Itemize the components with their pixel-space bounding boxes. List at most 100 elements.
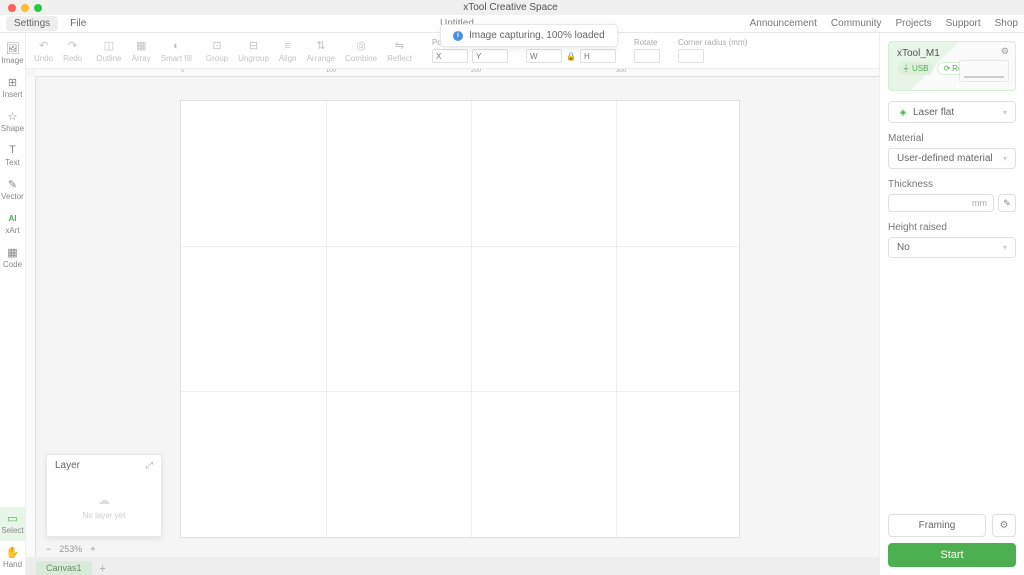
zoom-out[interactable]: − bbox=[44, 544, 53, 554]
group-button[interactable]: ⊡Group bbox=[206, 39, 228, 63]
align-icon: ≡ bbox=[281, 39, 295, 53]
chevron-down-icon: ▾ bbox=[1003, 154, 1007, 163]
undo-button[interactable]: ↶Undo bbox=[34, 39, 53, 63]
layers-empty-icon: ☁ bbox=[98, 493, 110, 507]
nav-projects[interactable]: Projects bbox=[895, 18, 931, 29]
tool-insert[interactable]: ⊞Insert bbox=[0, 71, 25, 105]
add-tab[interactable]: + bbox=[94, 563, 112, 575]
mode-dropdown[interactable]: ◈Laser flat ▾ bbox=[888, 101, 1016, 123]
smartfill-icon: ◐ bbox=[169, 39, 183, 53]
ungroup-button[interactable]: ⊟Ungroup bbox=[238, 39, 269, 63]
zoom-in[interactable]: + bbox=[88, 544, 97, 554]
align-button[interactable]: ≡Align bbox=[279, 39, 297, 63]
chevron-down-icon: ▾ bbox=[1003, 108, 1007, 117]
rotate-input[interactable] bbox=[634, 49, 660, 63]
tool-xart[interactable]: AIxArt bbox=[0, 207, 25, 241]
info-icon: i bbox=[453, 31, 463, 41]
usb-icon: ⏚ bbox=[902, 63, 910, 74]
tool-vector[interactable]: ✎Vector bbox=[0, 173, 25, 207]
tool-hand[interactable]: ✋Hand bbox=[0, 541, 25, 575]
menu-settings[interactable]: Settings bbox=[6, 16, 58, 31]
shape-icon: ☆ bbox=[6, 109, 20, 123]
chevron-down-icon: ▾ bbox=[1003, 243, 1007, 252]
gear-icon[interactable]: ⚙ bbox=[1001, 46, 1009, 57]
right-panel: ⚙ xTool_M1 ⏚USB ⟳Refresh ◈Laser flat ▾ M… bbox=[879, 33, 1024, 575]
tool-select[interactable]: ▭Select bbox=[0, 507, 25, 541]
artboard[interactable] bbox=[181, 101, 739, 537]
gear-icon: ⚙ bbox=[1000, 520, 1009, 531]
tool-text[interactable]: TText bbox=[0, 139, 25, 173]
code-icon: ▦ bbox=[6, 245, 20, 259]
outline-button[interactable]: ◫Outline bbox=[96, 39, 121, 63]
height-label: Height raised bbox=[888, 222, 1016, 233]
corner-label: Corner radius (mm) bbox=[678, 38, 747, 47]
nav-shop[interactable]: Shop bbox=[995, 18, 1018, 29]
pencil-icon: ✎ bbox=[1003, 198, 1011, 209]
combine-button[interactable]: ◎Combine bbox=[345, 39, 377, 63]
canvas-area[interactable]: 0 100 200 300 Layer⤢ ☁ No laye bbox=[26, 69, 879, 575]
start-button[interactable]: Start bbox=[888, 543, 1016, 567]
tool-image[interactable]: 🖼Image bbox=[0, 37, 25, 71]
nav-announcement[interactable]: Announcement bbox=[750, 18, 817, 29]
device-card: ⚙ xTool_M1 ⏚USB ⟳Refresh bbox=[888, 41, 1016, 91]
corner-input[interactable] bbox=[678, 49, 704, 63]
image-icon: 🖼 bbox=[6, 41, 20, 55]
redo-icon: ↷ bbox=[66, 39, 80, 53]
device-image bbox=[959, 60, 1009, 82]
outline-icon: ◫ bbox=[102, 39, 116, 53]
nav-community[interactable]: Community bbox=[831, 18, 882, 29]
array-button[interactable]: ▦Array bbox=[132, 39, 151, 63]
ungroup-icon: ⊟ bbox=[246, 39, 260, 53]
redo-button[interactable]: ↷Redo bbox=[63, 39, 82, 63]
settings-button[interactable]: ⚙ bbox=[992, 514, 1016, 537]
measure-button[interactable]: ✎ bbox=[998, 194, 1016, 212]
arrange-button[interactable]: ⇅Arrange bbox=[307, 39, 335, 63]
mac-zoom[interactable] bbox=[34, 4, 42, 12]
vector-icon: ✎ bbox=[6, 177, 20, 191]
xart-icon: AI bbox=[6, 211, 20, 225]
smartfill-button[interactable]: ◐Smart fill bbox=[161, 39, 192, 63]
undo-icon: ↶ bbox=[37, 39, 51, 53]
size-h-input[interactable] bbox=[580, 49, 616, 63]
pos-x-input[interactable] bbox=[432, 49, 468, 63]
nav-support[interactable]: Support bbox=[946, 18, 981, 29]
group-icon: ⊡ bbox=[210, 39, 224, 53]
layer-panel: Layer ⤢ ☁ No layer yet bbox=[46, 454, 162, 537]
toast: i Image capturing, 100% loaded bbox=[440, 24, 618, 47]
laser-icon: ◈ bbox=[897, 106, 909, 118]
mac-titlebar: xTool Creative Space bbox=[0, 0, 1024, 15]
select-icon: ▭ bbox=[6, 511, 20, 525]
mac-close[interactable] bbox=[8, 4, 16, 12]
canvas-tabs: Canvas1 + bbox=[26, 557, 879, 575]
lock-icon[interactable]: 🔒 bbox=[566, 52, 576, 61]
thickness-label: Thickness bbox=[888, 179, 1016, 190]
height-dropdown[interactable]: No ▾ bbox=[888, 237, 1016, 258]
tool-code[interactable]: ▦Code bbox=[0, 241, 25, 275]
ruler-vertical bbox=[26, 77, 36, 575]
array-icon: ▦ bbox=[134, 39, 148, 53]
framing-button[interactable]: Framing bbox=[888, 514, 986, 537]
zoom-controls: − 253% + bbox=[44, 543, 98, 555]
material-dropdown[interactable]: User-defined material ▾ bbox=[888, 148, 1016, 169]
device-name: xTool_M1 bbox=[897, 48, 1007, 59]
usb-chip: ⏚USB bbox=[897, 62, 933, 75]
reflect-icon: ⇋ bbox=[393, 39, 407, 53]
layer-title: Layer bbox=[55, 460, 80, 471]
rotate-label: Rotate bbox=[634, 38, 660, 47]
size-w-input[interactable] bbox=[526, 49, 562, 63]
material-label: Material bbox=[888, 133, 1016, 144]
thickness-input[interactable]: mm bbox=[888, 194, 994, 212]
pos-y-input[interactable] bbox=[472, 49, 508, 63]
tool-shape[interactable]: ☆Shape bbox=[0, 105, 25, 139]
menu-file[interactable]: File bbox=[62, 16, 94, 31]
hand-icon: ✋ bbox=[6, 545, 20, 559]
layer-empty: No layer yet bbox=[83, 511, 126, 520]
reflect-button[interactable]: ⇋Reflect bbox=[387, 39, 412, 63]
left-toolbox: 🖼Image ⊞Insert ☆Shape TText ✎Vector AIxA… bbox=[0, 33, 26, 575]
insert-icon: ⊞ bbox=[6, 75, 20, 89]
mac-minimize[interactable] bbox=[21, 4, 29, 12]
expand-icon[interactable]: ⤢ bbox=[146, 460, 153, 471]
ruler-horizontal: 0 100 200 300 bbox=[36, 69, 879, 77]
arrange-icon: ⇅ bbox=[314, 39, 328, 53]
tab-canvas1[interactable]: Canvas1 bbox=[36, 561, 92, 575]
